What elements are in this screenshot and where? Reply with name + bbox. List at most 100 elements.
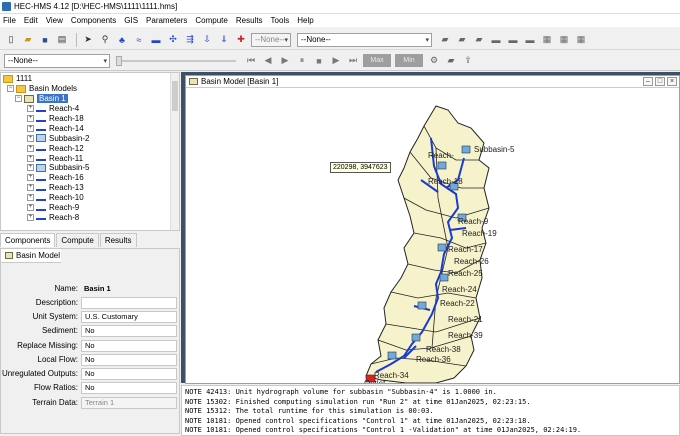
step-back-icon[interactable]: ◀ <box>261 54 275 68</box>
open-icon[interactable]: ▰ <box>21 33 35 47</box>
expand-icon[interactable]: + <box>27 134 34 142</box>
menu-edit[interactable]: Edit <box>24 16 38 25</box>
tree-basin-1[interactable]: − Basin 1 <box>3 94 179 104</box>
basin-map-canvas[interactable]: Reach- Subbasin-5 Reach-18 Reach-9 Reach-19 R… <box>186 88 679 383</box>
tab-results[interactable]: Results <box>99 233 137 247</box>
menu-view[interactable]: View <box>46 16 63 25</box>
subbasin-tool-icon[interactable]: ♣ <box>115 33 129 47</box>
grid-2-icon[interactable]: ▦ <box>557 33 571 47</box>
tree-item[interactable]: + Reach-10 <box>3 193 179 203</box>
tab-compute[interactable]: Compute <box>56 233 99 247</box>
tree-item[interactable]: + Subbasin-5 <box>3 163 179 173</box>
expand-icon[interactable]: + <box>27 115 34 122</box>
sink-tool-icon[interactable]: ⇓ <box>217 33 231 47</box>
expand-icon[interactable]: + <box>27 204 34 212</box>
expand-icon[interactable]: + <box>27 144 34 152</box>
expand-icon[interactable]: + <box>27 174 34 182</box>
close-button[interactable]: × <box>667 77 677 86</box>
menu-gis[interactable]: GIS <box>124 16 138 25</box>
map-icon[interactable] <box>411 333 421 342</box>
pause-icon[interactable]: ⏸ <box>295 54 309 68</box>
tree-root[interactable]: 1111 <box>3 74 179 84</box>
tree-item[interactable]: + Reach-9 <box>3 203 179 213</box>
expand-icon[interactable]: + <box>27 154 34 162</box>
junction-tool-icon[interactable]: ✣ <box>166 33 180 47</box>
tab-components[interactable]: Components <box>0 233 56 247</box>
map-icon[interactable] <box>439 273 449 282</box>
expand-icon[interactable]: + <box>27 105 34 113</box>
expand-icon[interactable]: + <box>27 184 34 192</box>
property-value[interactable]: U.S. Customary <box>81 310 177 323</box>
save-icon[interactable]: ■ <box>38 33 52 47</box>
time-slider[interactable] <box>116 55 236 66</box>
tree-item[interactable]: + Reach-12 <box>3 143 179 153</box>
source-tool-icon[interactable]: ⇩ <box>200 33 214 47</box>
menu-parameters[interactable]: Parameters <box>146 16 187 25</box>
min-button[interactable]: Min <box>395 54 423 67</box>
collapse-icon[interactable]: − <box>15 95 22 103</box>
menu-tools[interactable]: Tools <box>271 16 290 25</box>
property-value[interactable]: No <box>81 324 177 337</box>
results-summary-icon[interactable]: ▬ <box>489 33 503 47</box>
map-icon[interactable] <box>461 145 471 154</box>
menu-file[interactable]: File <box>3 16 16 25</box>
property-value[interactable]: Terrain 1 <box>81 396 177 409</box>
export-icon[interactable]: ⇪ <box>461 54 475 68</box>
time-select-combo[interactable]: --None-- ▾ <box>4 53 110 68</box>
menu-components[interactable]: Components <box>71 16 116 25</box>
collapse-icon[interactable]: − <box>7 85 14 93</box>
map-icon[interactable] <box>387 351 397 360</box>
diversion-tool-icon[interactable]: ⇶ <box>183 33 197 47</box>
maximize-button[interactable]: □ <box>655 77 665 86</box>
map-icon[interactable] <box>437 243 447 252</box>
new-icon[interactable]: ▯ <box>4 33 18 47</box>
reach-tool-icon[interactable]: ≈ <box>132 33 146 47</box>
tree-item[interactable]: + Reach-13 <box>3 183 179 193</box>
expand-icon[interactable]: + <box>27 194 34 202</box>
grid-3-icon[interactable]: ▦ <box>574 33 588 47</box>
expand-icon[interactable]: + <box>27 164 34 172</box>
tree-item[interactable]: + Subbasin-2 <box>3 133 179 143</box>
scrollbar-thumb[interactable] <box>172 81 178 111</box>
pointer-tool-icon[interactable]: ➤ <box>81 33 95 47</box>
menu-help[interactable]: Help <box>297 16 313 25</box>
tree-item[interactable]: + Reach-18 <box>3 114 179 124</box>
grid-icon[interactable]: ▦ <box>540 33 554 47</box>
reservoir-tool-icon[interactable]: ▬ <box>149 33 163 47</box>
minimize-button[interactable]: – <box>643 77 653 86</box>
compute-icon[interactable]: ▰ <box>438 33 452 47</box>
property-value[interactable] <box>81 296 177 309</box>
menu-results[interactable]: Results <box>236 16 263 25</box>
slider-thumb[interactable] <box>116 55 122 66</box>
gage-tool-icon[interactable]: ✚ <box>234 33 248 47</box>
map-icon[interactable] <box>437 161 447 170</box>
map-icon[interactable] <box>417 301 427 310</box>
expand-icon[interactable]: + <box>27 124 34 132</box>
tree-item[interactable]: + Reach-14 <box>3 123 179 133</box>
tree-item[interactable]: + Reach-8 <box>3 212 179 222</box>
play-icon[interactable]: ▶ <box>278 54 292 68</box>
stop-icon[interactable]: ■ <box>312 54 326 68</box>
property-value[interactable]: No <box>81 339 177 352</box>
tree-item[interactable]: + Reach-4 <box>3 104 179 114</box>
animation-icon[interactable]: ▰ <box>444 54 458 68</box>
results-table-icon[interactable]: ▬ <box>506 33 520 47</box>
tree-item[interactable]: + Reach-16 <box>3 173 179 183</box>
run-select-combo[interactable]: --None-- ▾ <box>297 32 432 47</box>
zoom-icon[interactable]: ⚲ <box>98 33 112 47</box>
tree-scrollbar[interactable] <box>170 73 179 230</box>
settings-icon[interactable]: ⚙ <box>427 54 441 68</box>
property-value[interactable]: No <box>81 381 177 394</box>
step-forward-icon[interactable]: ▶ <box>329 54 343 68</box>
fast-forward-icon[interactable]: ⏭ <box>346 54 360 68</box>
compute-all-icon[interactable]: ▰ <box>455 33 469 47</box>
expand-icon[interactable]: + <box>27 213 34 221</box>
menu-compute[interactable]: Compute <box>195 16 227 25</box>
property-value[interactable]: No <box>81 353 177 366</box>
results-graph-icon[interactable]: ▰ <box>472 33 486 47</box>
results-export-icon[interactable]: ▬ <box>523 33 537 47</box>
basin-select-combo[interactable]: --None-- ▾ <box>251 32 291 47</box>
print-icon[interactable]: ▤ <box>55 33 69 47</box>
tree-basin-models[interactable]: − Basin Models <box>3 84 179 94</box>
rewind-icon[interactable]: ⏮ <box>244 54 258 68</box>
